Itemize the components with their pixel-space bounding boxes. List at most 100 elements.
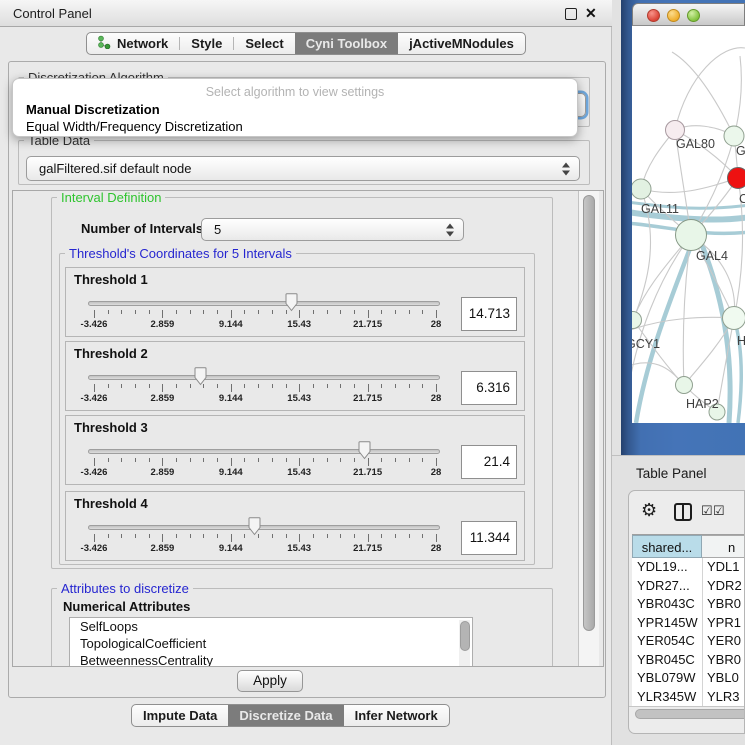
attribute-list-item[interactable]: BetweennessCentrality (70, 652, 472, 667)
close-icon[interactable]: ✕ (585, 4, 597, 23)
table-panel-title: Table Panel (636, 456, 707, 491)
zoom-traffic-light[interactable] (687, 9, 700, 22)
tab-cyni-toolbox[interactable]: Cyni Toolbox (295, 33, 398, 54)
tab-network[interactable]: Network (87, 33, 179, 54)
control-panel-titlebar: Control Panel ✕ (0, 0, 612, 27)
attribute-list-item[interactable]: TopologicalCoefficient (70, 635, 472, 652)
table-cell[interactable]: YPR1 (707, 614, 745, 633)
close-traffic-light[interactable] (647, 9, 660, 22)
slider-tick (436, 534, 437, 542)
network-window-titlebar[interactable] (632, 3, 745, 26)
slider-handle[interactable] (284, 293, 299, 312)
slider-tick (395, 534, 396, 538)
table-hscrollbar[interactable] (629, 706, 745, 720)
tab-infer-network[interactable]: Infer Network (344, 705, 449, 726)
slider-tick (203, 310, 204, 314)
tab-discretize-data[interactable]: Discretize Data (228, 705, 343, 726)
numerical-attributes-list[interactable]: SelfLoopsTopologicalCoefficientBetweenne… (69, 617, 473, 667)
table-cell[interactable]: YBR0 (707, 651, 745, 670)
float-window-icon[interactable] (565, 8, 577, 20)
node-gcy1[interactable] (632, 312, 642, 329)
dropdown-option-equal-width-frequency[interactable]: Equal Width/Frequency Discretization (26, 119, 243, 134)
checkbox-icon[interactable]: ☑ (713, 504, 725, 517)
slider-tick (244, 384, 245, 388)
threshold-value-field[interactable]: 6.316 (461, 371, 517, 405)
table-cell[interactable]: YBR043C (637, 595, 700, 614)
table-cell[interactable]: YBL0 (707, 669, 745, 688)
apply-button[interactable]: Apply (237, 670, 303, 692)
slider-handle[interactable] (193, 367, 208, 386)
minimize-traffic-light[interactable] (667, 9, 680, 22)
checkbox-icon[interactable]: ☑ (701, 504, 713, 517)
slider-tick (381, 534, 382, 538)
tab-jactivemnodules[interactable]: jActiveMNodules (398, 33, 525, 54)
table-data-combobox[interactable]: galFiltered.sif default node (26, 156, 580, 181)
table-hscrollbar-thumb[interactable] (635, 709, 745, 719)
node-top-right[interactable] (724, 126, 744, 146)
table-row[interactable]: YBR043C YBR0 (632, 595, 745, 614)
slider-track[interactable] (88, 375, 440, 380)
gear-icon[interactable]: ⚙ (641, 501, 657, 519)
slider-handle[interactable] (247, 517, 262, 536)
table-row[interactable]: YBL079W YBL0 (632, 669, 745, 688)
table-row[interactable]: YDL19... YDL1 (632, 558, 745, 577)
column-header-name[interactable]: n (702, 535, 745, 558)
column-header-shared-name[interactable]: shared... (632, 535, 702, 558)
node-gal11[interactable] (632, 179, 651, 199)
threshold-panel: Threshold 2-3.4262.8599.14415.4321.71528… (65, 341, 525, 411)
node-gal4[interactable] (676, 220, 707, 251)
node-hap2[interactable] (676, 377, 693, 394)
table-cell[interactable]: YPR145W (637, 614, 700, 633)
table-cell[interactable]: YLR345W (637, 688, 700, 707)
table-cell[interactable]: YDR27... (637, 577, 700, 596)
slider-tick-label: -3.426 (81, 467, 108, 478)
threshold-value-field[interactable]: 14.713 (461, 297, 517, 331)
node-h[interactable] (723, 307, 745, 330)
tab-impute-data[interactable]: Impute Data (132, 705, 228, 726)
slider-tick (121, 384, 122, 388)
node-label: HAP2 (686, 397, 719, 411)
settings-scrollbar[interactable] (578, 191, 599, 666)
threshold-value-field[interactable]: 11.344 (461, 521, 517, 555)
slider-tick (149, 310, 150, 314)
table-row[interactable]: YER054C YER0 (632, 632, 745, 651)
table-row[interactable]: YPR145W YPR1 (632, 614, 745, 633)
node-selected-red[interactable] (728, 168, 745, 189)
slider-track[interactable] (88, 449, 440, 454)
slider-tick-label: 2.859 (151, 543, 175, 554)
dropdown-option-manual-discretization[interactable]: Manual Discretization (26, 102, 160, 117)
table-row[interactable]: YLR345W YLR3 (632, 688, 745, 707)
column-divider[interactable] (702, 558, 703, 708)
table-row[interactable]: YBR045C YBR0 (632, 651, 745, 670)
table-row[interactable]: YDR27... YDR2 (632, 577, 745, 596)
list-scrollbar[interactable] (459, 620, 470, 666)
table-cell[interactable]: YER0 (707, 632, 745, 651)
slider-tick (231, 310, 232, 318)
slider-tick-label: 21.715 (353, 543, 382, 554)
network-canvas[interactable]: GAL80 GA GAL11 C GAL4 GCY1 H HAP2 (632, 26, 745, 423)
slider-tick-label: 15.43 (287, 319, 311, 330)
table-cell[interactable]: YDL1 (707, 558, 745, 577)
slider-tick (340, 384, 341, 388)
attribute-list-item[interactable]: SelfLoops (70, 618, 472, 635)
dropdown-hint: Select algorithm to view settings (13, 85, 577, 99)
table-cell[interactable]: YER054C (637, 632, 700, 651)
slider-track[interactable] (88, 301, 440, 306)
list-scrollbar-thumb[interactable] (460, 621, 470, 651)
slider-tick (299, 534, 300, 542)
slider-handle[interactable] (357, 441, 372, 460)
tab-style[interactable]: Style (180, 33, 233, 54)
slider-track[interactable] (88, 525, 440, 530)
number-of-intervals-combobox[interactable]: 5 (201, 218, 464, 241)
table-cell[interactable]: YBR0 (707, 595, 745, 614)
tab-select[interactable]: Select (234, 33, 294, 54)
threshold-value-field[interactable]: 21.4 (461, 445, 517, 479)
table-cell[interactable]: YLR3 (707, 688, 745, 707)
split-columns-icon[interactable] (674, 503, 692, 521)
slider-tick (436, 384, 437, 392)
table-cell[interactable]: YDR2 (707, 577, 745, 596)
settings-scrollbar-thumb[interactable] (583, 195, 595, 631)
table-cell[interactable]: YBL079W (637, 669, 700, 688)
table-cell[interactable]: YDL19... (637, 558, 700, 577)
table-cell[interactable]: YBR045C (637, 651, 700, 670)
